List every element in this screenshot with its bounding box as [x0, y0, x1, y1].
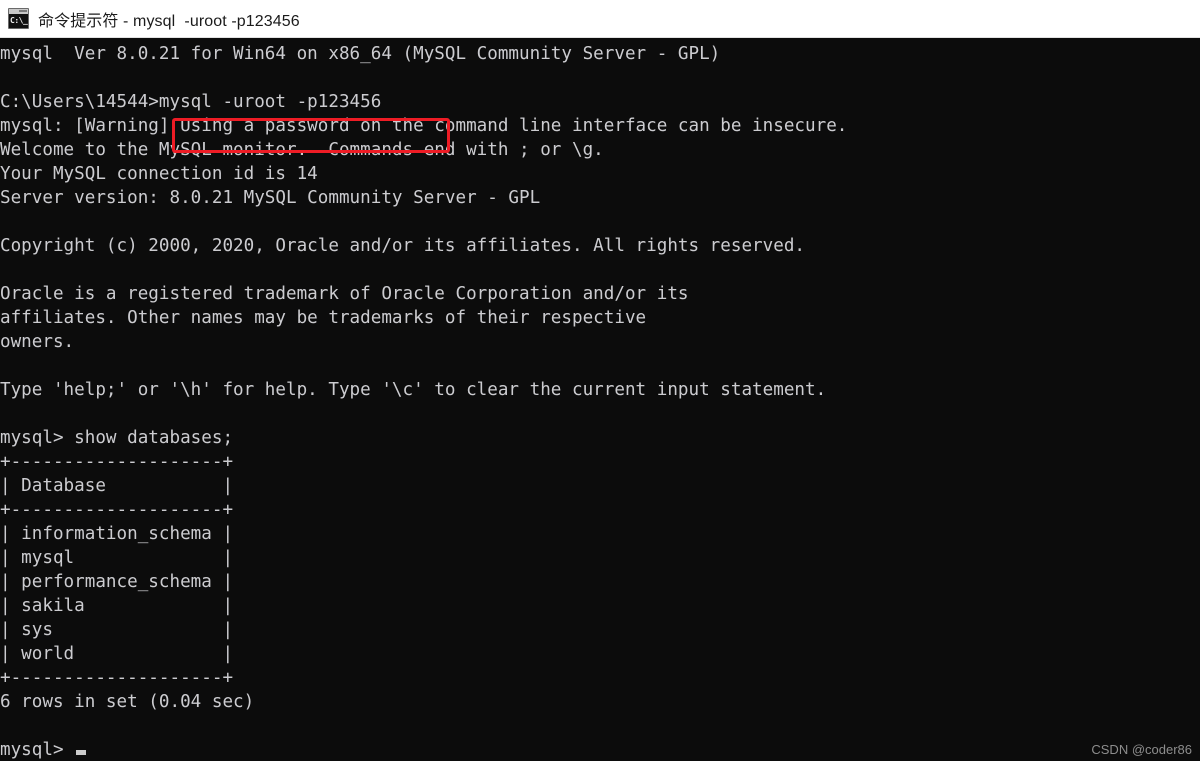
terminal-line: C:\Users\14544>mysql -uroot -p123456: [0, 92, 382, 112]
terminal-line: | sakila |: [0, 596, 234, 616]
watermark: CSDN @coder86: [1091, 742, 1192, 757]
terminal-line: mysql: [Warning] Using a password on the…: [0, 116, 848, 136]
terminal-line: +--------------------+: [0, 500, 234, 520]
terminal-output-area[interactable]: mysql Ver 8.0.21 for Win64 on x86_64 (My…: [0, 38, 1200, 761]
cmd-icon: C:\_: [8, 8, 29, 29]
terminal-lines: mysql Ver 8.0.21 for Win64 on x86_64 (My…: [0, 42, 1200, 761]
terminal-line: +--------------------+: [0, 668, 234, 688]
terminal-prompt-line[interactable]: mysql>: [0, 738, 1200, 761]
terminal-line: mysql> show databases;: [0, 428, 234, 448]
window-title: 命令提示符 - mysql -uroot -p123456: [38, 12, 300, 30]
terminal-line: affiliates. Other names may be trademark…: [0, 308, 647, 328]
terminal-line: Your MySQL connection id is 14: [0, 164, 318, 184]
terminal-line: | Database |: [0, 476, 234, 496]
terminal-line: Oracle is a registered trademark of Orac…: [0, 284, 689, 304]
terminal-line: | world |: [0, 644, 234, 664]
terminal-line: Type 'help;' or '\h' for help. Type '\c'…: [0, 380, 827, 400]
terminal-line: | performance_schema |: [0, 572, 234, 592]
terminal-line: | mysql |: [0, 548, 234, 568]
text-cursor: [76, 750, 87, 755]
prompt-label: mysql>: [0, 740, 75, 760]
terminal-line: owners.: [0, 332, 75, 352]
terminal-line: +--------------------+: [0, 452, 234, 472]
terminal-line: mysql Ver 8.0.21 for Win64 on x86_64 (My…: [0, 44, 721, 64]
terminal-line: 6 rows in set (0.04 sec): [0, 692, 255, 712]
cmd-icon-glyph: C:\_: [9, 14, 28, 28]
title-bar: C:\_ 命令提示符 - mysql -uroot -p123456: [0, 0, 1200, 38]
terminal-line: Copyright (c) 2000, 2020, Oracle and/or …: [0, 236, 806, 256]
cmd-window: C:\_ 命令提示符 - mysql -uroot -p123456 mysql…: [0, 0, 1200, 761]
terminal-line: Welcome to the MySQL monitor. Commands e…: [0, 140, 604, 160]
terminal-line: Server version: 8.0.21 MySQL Community S…: [0, 188, 541, 208]
terminal-line: | sys |: [0, 620, 234, 640]
terminal-line: | information_schema |: [0, 524, 234, 544]
